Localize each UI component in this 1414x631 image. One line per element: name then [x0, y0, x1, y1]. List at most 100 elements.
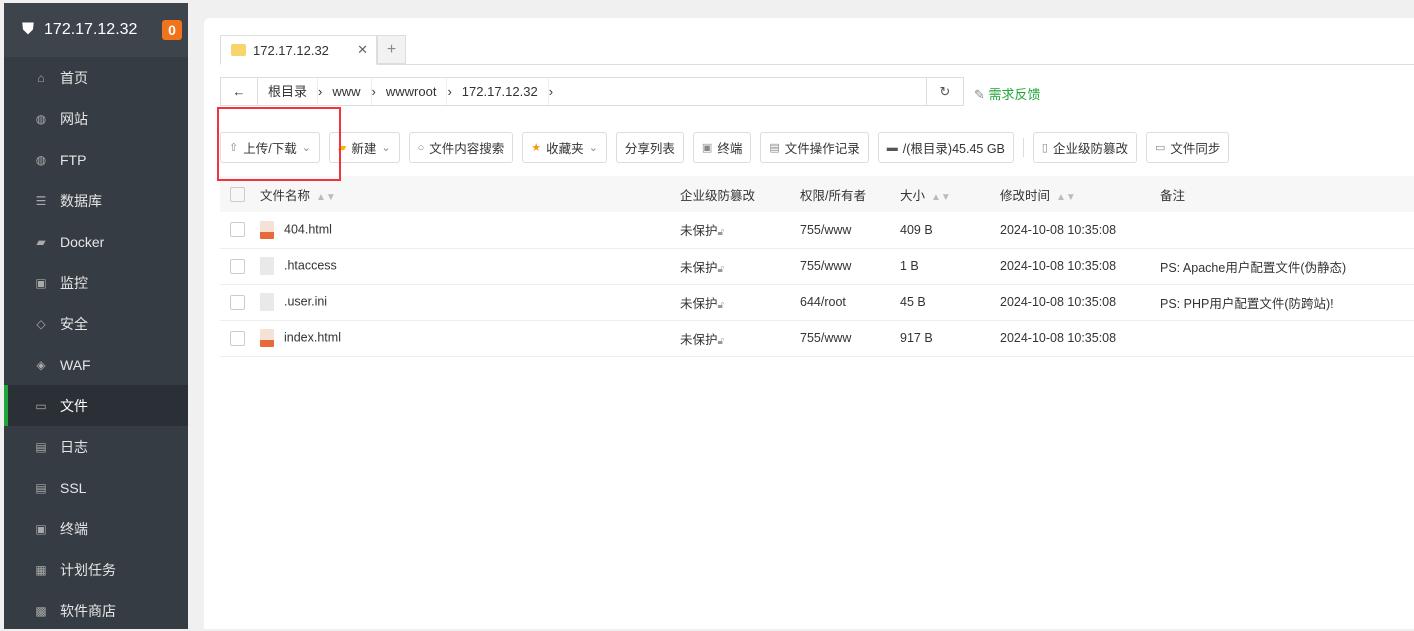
sidebar-item-6[interactable]: ◇ 安全 — [4, 303, 188, 344]
file-note[interactable]: PS: Apache用户配置文件(伪静态) — [1160, 248, 1414, 285]
sidebar-item-label: 日志 — [60, 438, 88, 455]
chevron-down-icon: ⌄ — [381, 142, 391, 154]
html-file-icon — [260, 220, 274, 239]
sort-icon: ▲▼ — [931, 191, 951, 203]
permission[interactable]: 755/www — [800, 212, 900, 249]
sidebar-item-label: 文件 — [60, 397, 88, 414]
terminal-icon: ▣ — [701, 142, 713, 154]
add-tab-button[interactable]: + — [377, 35, 406, 64]
search-label: 文件内容搜索 — [429, 142, 505, 156]
header-permission: 权限/所有者 — [800, 176, 900, 212]
tab-label: 172.17.12.32 — [253, 42, 329, 58]
disk-button[interactable]: ▬ /(根目录)45.45 GB — [877, 132, 1014, 163]
file-size: 45 B — [900, 284, 1000, 321]
share-list-button[interactable]: 分享列表 — [615, 132, 684, 163]
notification-badge[interactable]: 0 — [162, 20, 182, 40]
feedback-label: 需求反馈 — [988, 87, 1041, 102]
file-note[interactable]: PS: PHP用户配置文件(防跨站)! — [1160, 284, 1414, 321]
permission[interactable]: 755/www — [800, 248, 900, 285]
folder-icon: ▭ — [35, 398, 47, 413]
table-row[interactable]: 404.html 未保护🔓︎ 755/www 409 B 2024-10-08 … — [220, 212, 1414, 249]
ssl-icon: ▤ — [35, 480, 47, 495]
sidebar-item-label: 数据库 — [60, 192, 102, 209]
file-name[interactable]: .user.ini — [284, 294, 327, 308]
sidebar-item-2[interactable]: ◍ FTP — [4, 139, 188, 180]
table-row[interactable]: index.html 未保护🔓︎ 755/www 917 B 2024-10-0… — [220, 320, 1414, 357]
star-icon: ★ — [531, 142, 542, 154]
back-button[interactable]: ← — [221, 78, 258, 105]
sidebar-item-label: 软件商店 — [60, 602, 116, 619]
file-size: 1 B — [900, 248, 1000, 285]
tamper-button[interactable]: ▯ 企业级防篡改 — [1032, 132, 1137, 163]
log-icon: ▤ — [35, 439, 47, 454]
sidebar-item-label: Docker — [60, 233, 105, 250]
protect-status[interactable]: 未保护 — [680, 297, 718, 311]
refresh-button[interactable]: ↻ — [926, 77, 964, 106]
modified-time: 2024-10-08 10:35:08 — [1000, 212, 1160, 249]
permission[interactable]: 644/root — [800, 284, 900, 321]
close-icon[interactable]: ✕ — [357, 42, 368, 58]
lock-icon: 🔓︎ — [717, 335, 724, 347]
sidebar-item-3[interactable]: ☰ 数据库 — [4, 180, 188, 221]
feedback-link[interactable]: ✎ 需求反馈 — [974, 84, 1041, 103]
sidebar-item-4[interactable]: ▰ Docker — [4, 221, 188, 262]
tab-file-path[interactable]: 172.17.12.32 ✕ — [220, 35, 377, 65]
sidebar-item-7[interactable]: ◈ WAF — [4, 344, 188, 385]
header-note: 备注 — [1160, 176, 1414, 212]
modified-time: 2024-10-08 10:35:08 — [1000, 248, 1160, 285]
breadcrumb[interactable]: ← 根目录 › www › wwwroot › 172.17.12.32 › — [220, 77, 964, 106]
sidebar-item-label: WAF — [60, 356, 91, 373]
sidebar-item-11[interactable]: ▣ 终端 — [4, 508, 188, 549]
file-table: 文件名称 ▲▼ 企业级防篡改 权限/所有者 大小 ▲▼ 修改时间 ▲▼ 备注 404.… — [220, 176, 1414, 357]
permission[interactable]: 755/www — [800, 320, 900, 357]
crumb-wwwroot[interactable]: wwwroot — [376, 78, 448, 105]
file-sync-button[interactable]: ▭ 文件同步 — [1145, 132, 1230, 163]
sidebar-item-5[interactable]: ▣ 监控 — [4, 262, 188, 303]
server-header: ⛊ 172.17.12.32 0 — [4, 3, 188, 57]
crumb-www[interactable]: www — [322, 78, 372, 105]
sidebar-item-9[interactable]: ▤ 日志 — [4, 426, 188, 467]
terminal-button[interactable]: ▣ 终端 — [692, 132, 752, 163]
file-note[interactable] — [1160, 212, 1414, 249]
store-icon: ▩ — [35, 603, 47, 618]
file-name[interactable]: .htaccess — [284, 258, 337, 272]
table-row[interactable]: .htaccess 未保护🔓︎ 755/www 1 B 2024-10-08 1… — [220, 248, 1414, 285]
header-name[interactable]: 文件名称 ▲▼ — [260, 176, 680, 212]
sync-icon: ▭ — [1154, 142, 1166, 154]
operation-log-button[interactable]: ▤ 文件操作记录 — [760, 132, 869, 163]
file-name[interactable]: 404.html — [284, 222, 332, 236]
protect-status[interactable]: 未保护 — [680, 224, 718, 238]
protect-status[interactable]: 未保护 — [680, 333, 718, 347]
log-icon: ▤ — [769, 142, 780, 154]
file-size: 917 B — [900, 320, 1000, 357]
protect-status[interactable]: 未保护 — [680, 261, 718, 275]
globe-icon: ◍ — [35, 111, 47, 126]
sidebar-item-1[interactable]: ◍ 网站 — [4, 98, 188, 139]
sidebar-item-13[interactable]: ▩ 软件商店 — [4, 590, 188, 631]
row-checkbox[interactable] — [230, 294, 245, 310]
waf-icon: ◈ — [36, 357, 46, 372]
table-row[interactable]: .user.ini 未保护🔓︎ 644/root 45 B 2024-10-08… — [220, 284, 1414, 321]
file-note[interactable] — [1160, 320, 1414, 357]
row-checkbox[interactable] — [230, 222, 245, 238]
content-search-button[interactable]: ○ 文件内容搜索 — [408, 132, 514, 163]
favorites-label: 收藏夹 — [546, 142, 584, 156]
crumb-root[interactable]: 根目录 — [258, 78, 319, 105]
file-name[interactable]: index.html — [284, 330, 341, 344]
file-size: 409 B — [900, 212, 1000, 249]
row-checkbox[interactable] — [230, 330, 245, 346]
header-mtime[interactable]: 修改时间 ▲▼ — [1000, 176, 1160, 212]
sidebar-item-8[interactable]: ▭ 文件 — [4, 385, 188, 426]
sidebar-item-0[interactable]: ⌂ 首页 — [4, 57, 188, 98]
divider — [1022, 138, 1024, 157]
crumb-site[interactable]: 172.17.12.32 — [452, 78, 549, 105]
header-size[interactable]: 大小 ▲▼ — [900, 176, 1000, 212]
sidebar-item-12[interactable]: ▦ 计划任务 — [4, 549, 188, 590]
sidebar-item-10[interactable]: ▤ SSL — [4, 467, 188, 508]
server-title: 172.17.12.32 — [44, 21, 138, 38]
favorites-button[interactable]: ★ 收藏夹 ⌄ — [522, 132, 607, 163]
tamper-label: 企业级防篡改 — [1052, 142, 1128, 156]
row-checkbox[interactable] — [230, 258, 245, 274]
select-all-checkbox[interactable] — [230, 186, 245, 202]
new-label: 新建 — [351, 142, 377, 156]
